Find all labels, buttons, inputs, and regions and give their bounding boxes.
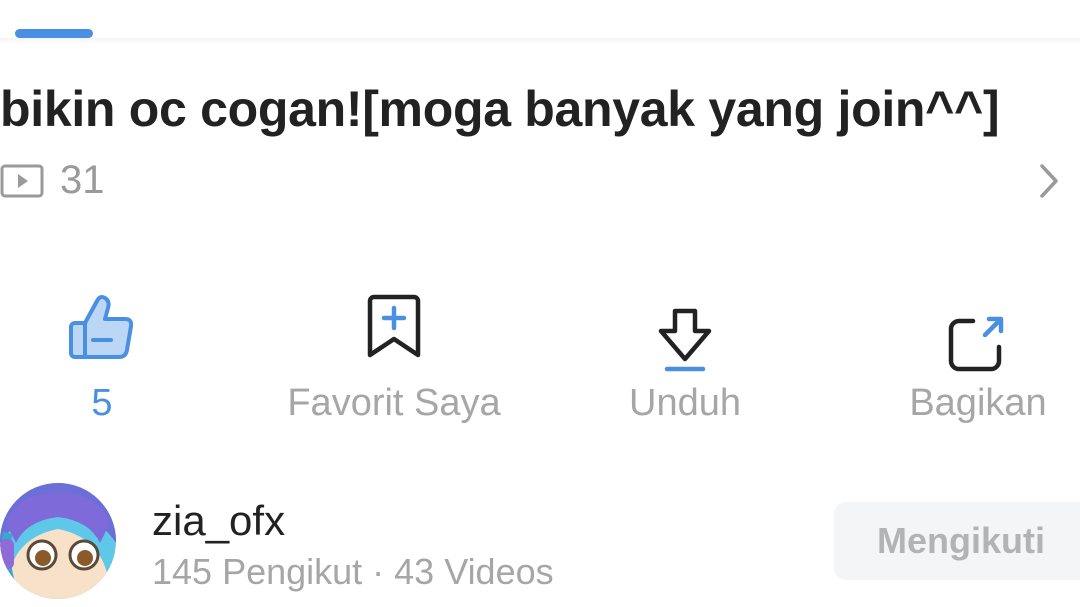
top-divider: [0, 38, 1080, 44]
video-title: bikin oc cogan![moga banyak yang join^^]: [0, 81, 1000, 137]
author-stats: 145 Pengikut · 43 Videos: [152, 551, 554, 592]
avatar-image: [0, 483, 116, 599]
thumbs-up-icon: [69, 295, 134, 359]
play-count: 31: [60, 158, 105, 202]
favorite-label: Favorit Saya: [287, 382, 501, 424]
author-row: zia_ofx 145 Pengikut · 43 Videos Mengiku…: [0, 478, 1080, 607]
author-name[interactable]: zia_ofx: [152, 496, 285, 546]
action-bar: 5 Favorit Saya Unduh Bagikan: [0, 285, 1080, 435]
follow-button[interactable]: Mengikuti: [834, 502, 1080, 580]
like-count: 5: [91, 382, 113, 424]
download-arrow-icon: [658, 308, 712, 372]
play-icon: [0, 164, 44, 198]
video-detail-page: bikin oc cogan![moga banyak yang join^^]…: [0, 0, 1080, 607]
download-button[interactable]: Unduh: [565, 285, 805, 435]
like-button[interactable]: 5: [0, 285, 222, 435]
video-meta-row[interactable]: 31: [0, 156, 1080, 204]
tab-indicator: [15, 29, 93, 38]
share-button[interactable]: Bagikan: [858, 285, 1080, 435]
favorite-button[interactable]: Favorit Saya: [274, 285, 514, 435]
avatar[interactable]: [0, 483, 116, 599]
share-label: Bagikan: [909, 382, 1047, 424]
bookmark-plus-icon: [367, 294, 421, 358]
download-label: Unduh: [629, 382, 741, 424]
share-icon: [948, 316, 1004, 372]
chevron-right-icon[interactable]: [1036, 162, 1062, 200]
